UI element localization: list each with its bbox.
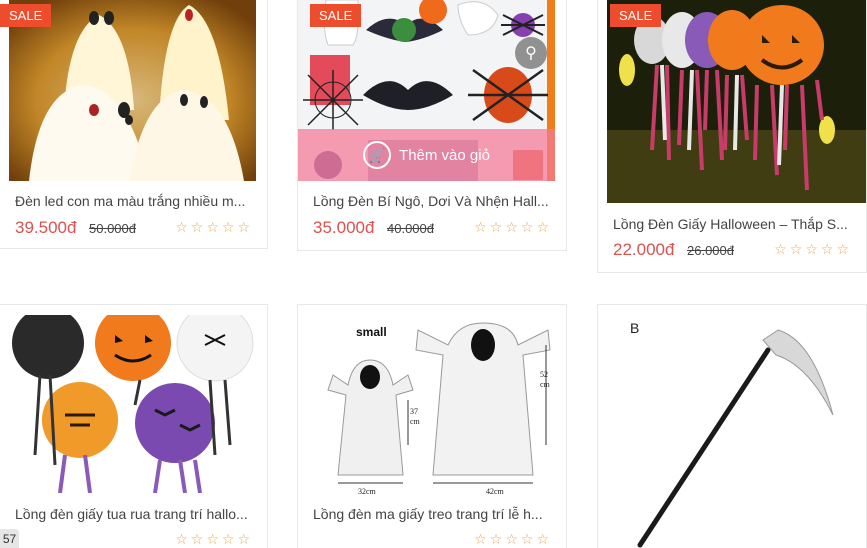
product-card[interactable]: Lồng đèn giấy tua rua trang trí hallo...…: [0, 304, 268, 548]
product-old-price: 26.000đ: [687, 243, 734, 258]
rating-stars: ☆☆☆☆☆: [474, 219, 552, 235]
product-price: 35.000đ: [313, 218, 375, 237]
product-card[interactable]: SALE Lồng Đèn Giấy Halloween – Thắp S...…: [597, 0, 867, 273]
sale-badge: SALE: [610, 4, 662, 27]
add-to-cart-button[interactable]: 🛒 Thêm vào giỏ: [298, 129, 555, 181]
zoom-button[interactable]: ⚲: [515, 37, 547, 69]
product-image[interactable]: [607, 0, 866, 203]
product-card[interactable]: B: [597, 304, 867, 548]
product-title[interactable]: Lồng Đèn Giấy Halloween – Thắp S...: [613, 216, 853, 232]
rating-stars: ☆☆☆☆☆: [774, 241, 852, 257]
rating-stars: ☆☆☆☆☆: [474, 531, 552, 547]
product-card[interactable]: ⚲ 🛒 Thêm vào giỏ SALE Lồng Đèn Bí Ngô, D…: [297, 0, 567, 251]
product-card[interactable]: small 32cm 42cm 37 cm 52 cm Lồng đèn ma …: [297, 304, 567, 548]
product-image[interactable]: [10, 315, 255, 493]
product-title[interactable]: Lồng đèn ma giấy treo trang trí lễ h...: [313, 506, 553, 522]
search-icon: ⚲: [525, 45, 537, 62]
product-title[interactable]: Đèn led con ma màu trắng nhiều m...: [15, 193, 251, 209]
width-label-1: 32cm: [358, 487, 376, 495]
page-indicator: 57: [0, 529, 19, 548]
rating-stars: ☆☆☆☆☆: [175, 219, 253, 235]
rating-stars: ☆☆☆☆☆: [175, 531, 253, 547]
height-label-1: 37 cm: [410, 407, 420, 426]
variant-label: B: [630, 320, 640, 336]
product-old-price: 40.000đ: [387, 221, 434, 236]
product-image[interactable]: [9, 0, 256, 181]
sale-badge: SALE: [0, 4, 52, 27]
product-card[interactable]: SALE Đèn led con ma màu trắng nhiều m...…: [0, 0, 268, 249]
product-price: 39.500đ: [15, 218, 77, 237]
sale-badge: SALE: [310, 4, 362, 27]
size-label-small: small: [356, 325, 387, 339]
add-to-cart-label: Thêm vào giỏ: [399, 146, 490, 164]
product-image[interactable]: small 32cm 42cm 37 cm 52 cm: [318, 315, 558, 495]
width-label-2: 42cm: [486, 487, 504, 495]
product-title[interactable]: Lồng Đèn Bí Ngô, Dơi Và Nhện Hall...: [313, 193, 553, 209]
product-price: 22.000đ: [613, 240, 675, 259]
product-title[interactable]: Lồng đèn giấy tua rua trang trí hallo...: [15, 506, 251, 522]
product-old-price: 50.000đ: [89, 221, 136, 236]
cart-icon: 🛒: [363, 141, 392, 169]
product-image[interactable]: B: [628, 315, 858, 548]
height-label-2: 52 cm: [540, 370, 550, 389]
